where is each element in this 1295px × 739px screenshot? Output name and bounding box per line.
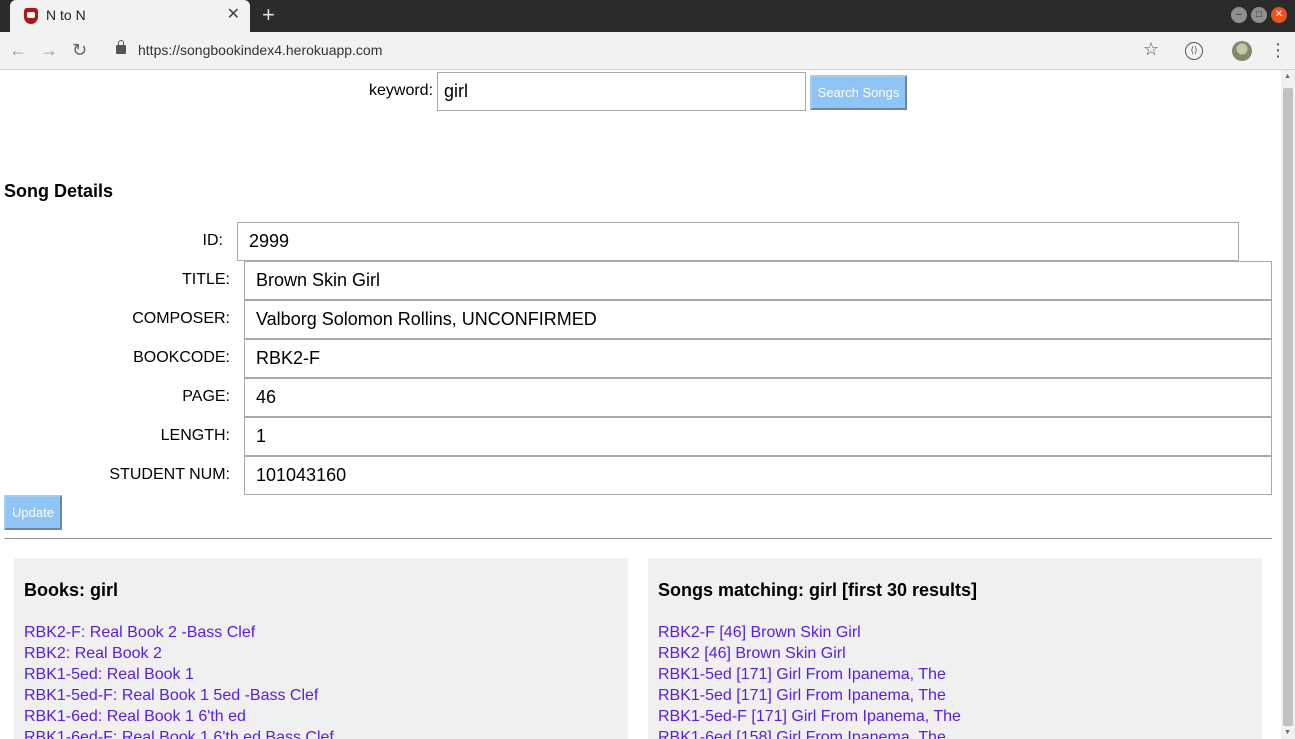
scroll-down-arrow-icon[interactable]: ▼: [1284, 729, 1291, 736]
bookcode-label: BOOKCODE:: [133, 349, 230, 366]
list-item: RBK1-5ed-F: Real Book 1 5ed -Bass Clef: [24, 685, 334, 706]
scrollbar-thumb[interactable]: [1283, 88, 1293, 726]
forward-arrow-icon[interactable]: →: [40, 40, 58, 60]
keyword-label: keyword:: [369, 82, 434, 99]
list-item: RBK1-5ed [171] Girl From Ipanema, The: [658, 664, 961, 685]
kebab-menu-icon[interactable]: ⋮: [1269, 40, 1287, 60]
song-link[interactable]: RBK1-5ed [171] Girl From Ipanema, The: [658, 687, 946, 704]
keyword-input[interactable]: [437, 72, 806, 111]
book-link[interactable]: RBK1-5ed-F: Real Book 1 5ed -Bass Clef: [24, 687, 318, 704]
books-heading: Books: girl: [24, 580, 119, 600]
song-details-heading: Song Details: [4, 181, 114, 201]
length-label: LENGTH:: [160, 427, 230, 444]
song-link[interactable]: RBK1-6ed [158] Girl From Ipanema, The: [658, 729, 946, 739]
song-link[interactable]: RBK2 [46] Brown Skin Girl: [658, 645, 846, 662]
new-tab-icon[interactable]: +: [262, 3, 275, 27]
list-item: RBK2: Real Book 2: [24, 643, 334, 664]
list-item: RBK2-F: Real Book 2 -Bass Clef: [24, 622, 334, 643]
book-link[interactable]: RBK2-F: Real Book 2 -Bass Clef: [24, 624, 255, 641]
id-field[interactable]: [237, 222, 1239, 261]
scroll-up-arrow-icon[interactable]: ▲: [1284, 73, 1291, 80]
section-divider: [4, 538, 1272, 539]
browser-titlebar: N to N ✕ + – □ ✕: [0, 0, 1295, 32]
songs-heading: Songs matching: girl [first 30 results]: [658, 580, 978, 600]
length-field[interactable]: [244, 417, 1272, 456]
bookmark-star-icon[interactable]: ☆: [1143, 39, 1159, 60]
book-link[interactable]: RBK1-5ed: Real Book 1: [24, 666, 194, 683]
browser-toolbar: ← → ↻ https://songbookindex4.herokuapp.c…: [0, 32, 1295, 70]
list-item: RBK1-6ed: Real Book 1 6'th ed: [24, 706, 334, 727]
composer-label: COMPOSER:: [132, 310, 230, 327]
close-tab-icon[interactable]: ✕: [227, 5, 240, 25]
shield-favicon-icon: [24, 8, 38, 24]
lock-icon[interactable]: [116, 40, 126, 54]
bookcode-field[interactable]: [244, 339, 1272, 378]
book-link[interactable]: RBK1-6ed: Real Book 1 6'th ed: [24, 708, 246, 725]
vertical-scrollbar[interactable]: ▲ ▼: [1281, 70, 1295, 739]
songs-panel: Songs matching: girl [first 30 results] …: [648, 558, 1262, 739]
song-link[interactable]: RBK2-F [46] Brown Skin Girl: [658, 624, 861, 641]
list-item: RBK1-6ed [158] Girl From Ipanema, The: [658, 727, 961, 739]
book-link[interactable]: RBK2: Real Book 2: [24, 645, 162, 662]
update-button[interactable]: Update: [4, 495, 62, 530]
list-item: RBK2 [46] Brown Skin Girl: [658, 643, 961, 664]
page-label: PAGE:: [182, 388, 230, 405]
maximize-window-icon[interactable]: □: [1251, 7, 1267, 23]
id-label: ID:: [202, 232, 223, 249]
list-item: RBK1-6ed-F: Real Book 1 6'th ed Bass Cle…: [24, 727, 334, 739]
student-num-field[interactable]: [244, 456, 1272, 495]
browser-tab[interactable]: N to N ✕: [10, 0, 250, 32]
list-item: RBK1-5ed [171] Girl From Ipanema, The: [658, 685, 961, 706]
list-item: RBK1-5ed-F [171] Girl From Ipanema, The: [658, 706, 961, 727]
composer-field[interactable]: [244, 300, 1272, 339]
back-arrow-icon[interactable]: ←: [9, 40, 27, 60]
page-field[interactable]: [244, 378, 1272, 417]
books-list: RBK2-F: Real Book 2 -Bass Clef RBK2: Rea…: [24, 622, 334, 739]
list-item: RBK2-F [46] Brown Skin Girl: [658, 622, 961, 643]
profile-avatar[interactable]: [1232, 41, 1252, 61]
reload-icon[interactable]: ↻: [72, 40, 87, 60]
tab-title: N to N: [46, 7, 86, 23]
address-bar[interactable]: https://songbookindex4.herokuapp.com: [138, 42, 382, 58]
window-controls: – □ ✕: [1231, 7, 1287, 23]
close-window-icon[interactable]: ✕: [1271, 7, 1287, 23]
title-label: TITLE:: [181, 271, 230, 288]
books-panel: Books: girl RBK2-F: Real Book 2 -Bass Cl…: [14, 558, 628, 739]
song-link[interactable]: RBK1-5ed [171] Girl From Ipanema, The: [658, 666, 946, 683]
book-link[interactable]: RBK1-6ed-F: Real Book 1 6'th ed Bass Cle…: [24, 729, 334, 739]
page-viewport: keyword: Search Songs Song Details ID: T…: [0, 70, 1281, 739]
extension-icon[interactable]: ⟨⟩: [1185, 42, 1203, 60]
title-field[interactable]: [244, 261, 1272, 300]
student-num-label: STUDENT NUM:: [109, 466, 230, 483]
search-songs-button[interactable]: Search Songs: [810, 75, 907, 110]
song-link[interactable]: RBK1-5ed-F [171] Girl From Ipanema, The: [658, 708, 961, 725]
minimize-window-icon[interactable]: –: [1231, 7, 1247, 23]
list-item: RBK1-5ed: Real Book 1: [24, 664, 334, 685]
songs-list: RBK2-F [46] Brown Skin Girl RBK2 [46] Br…: [658, 622, 961, 739]
